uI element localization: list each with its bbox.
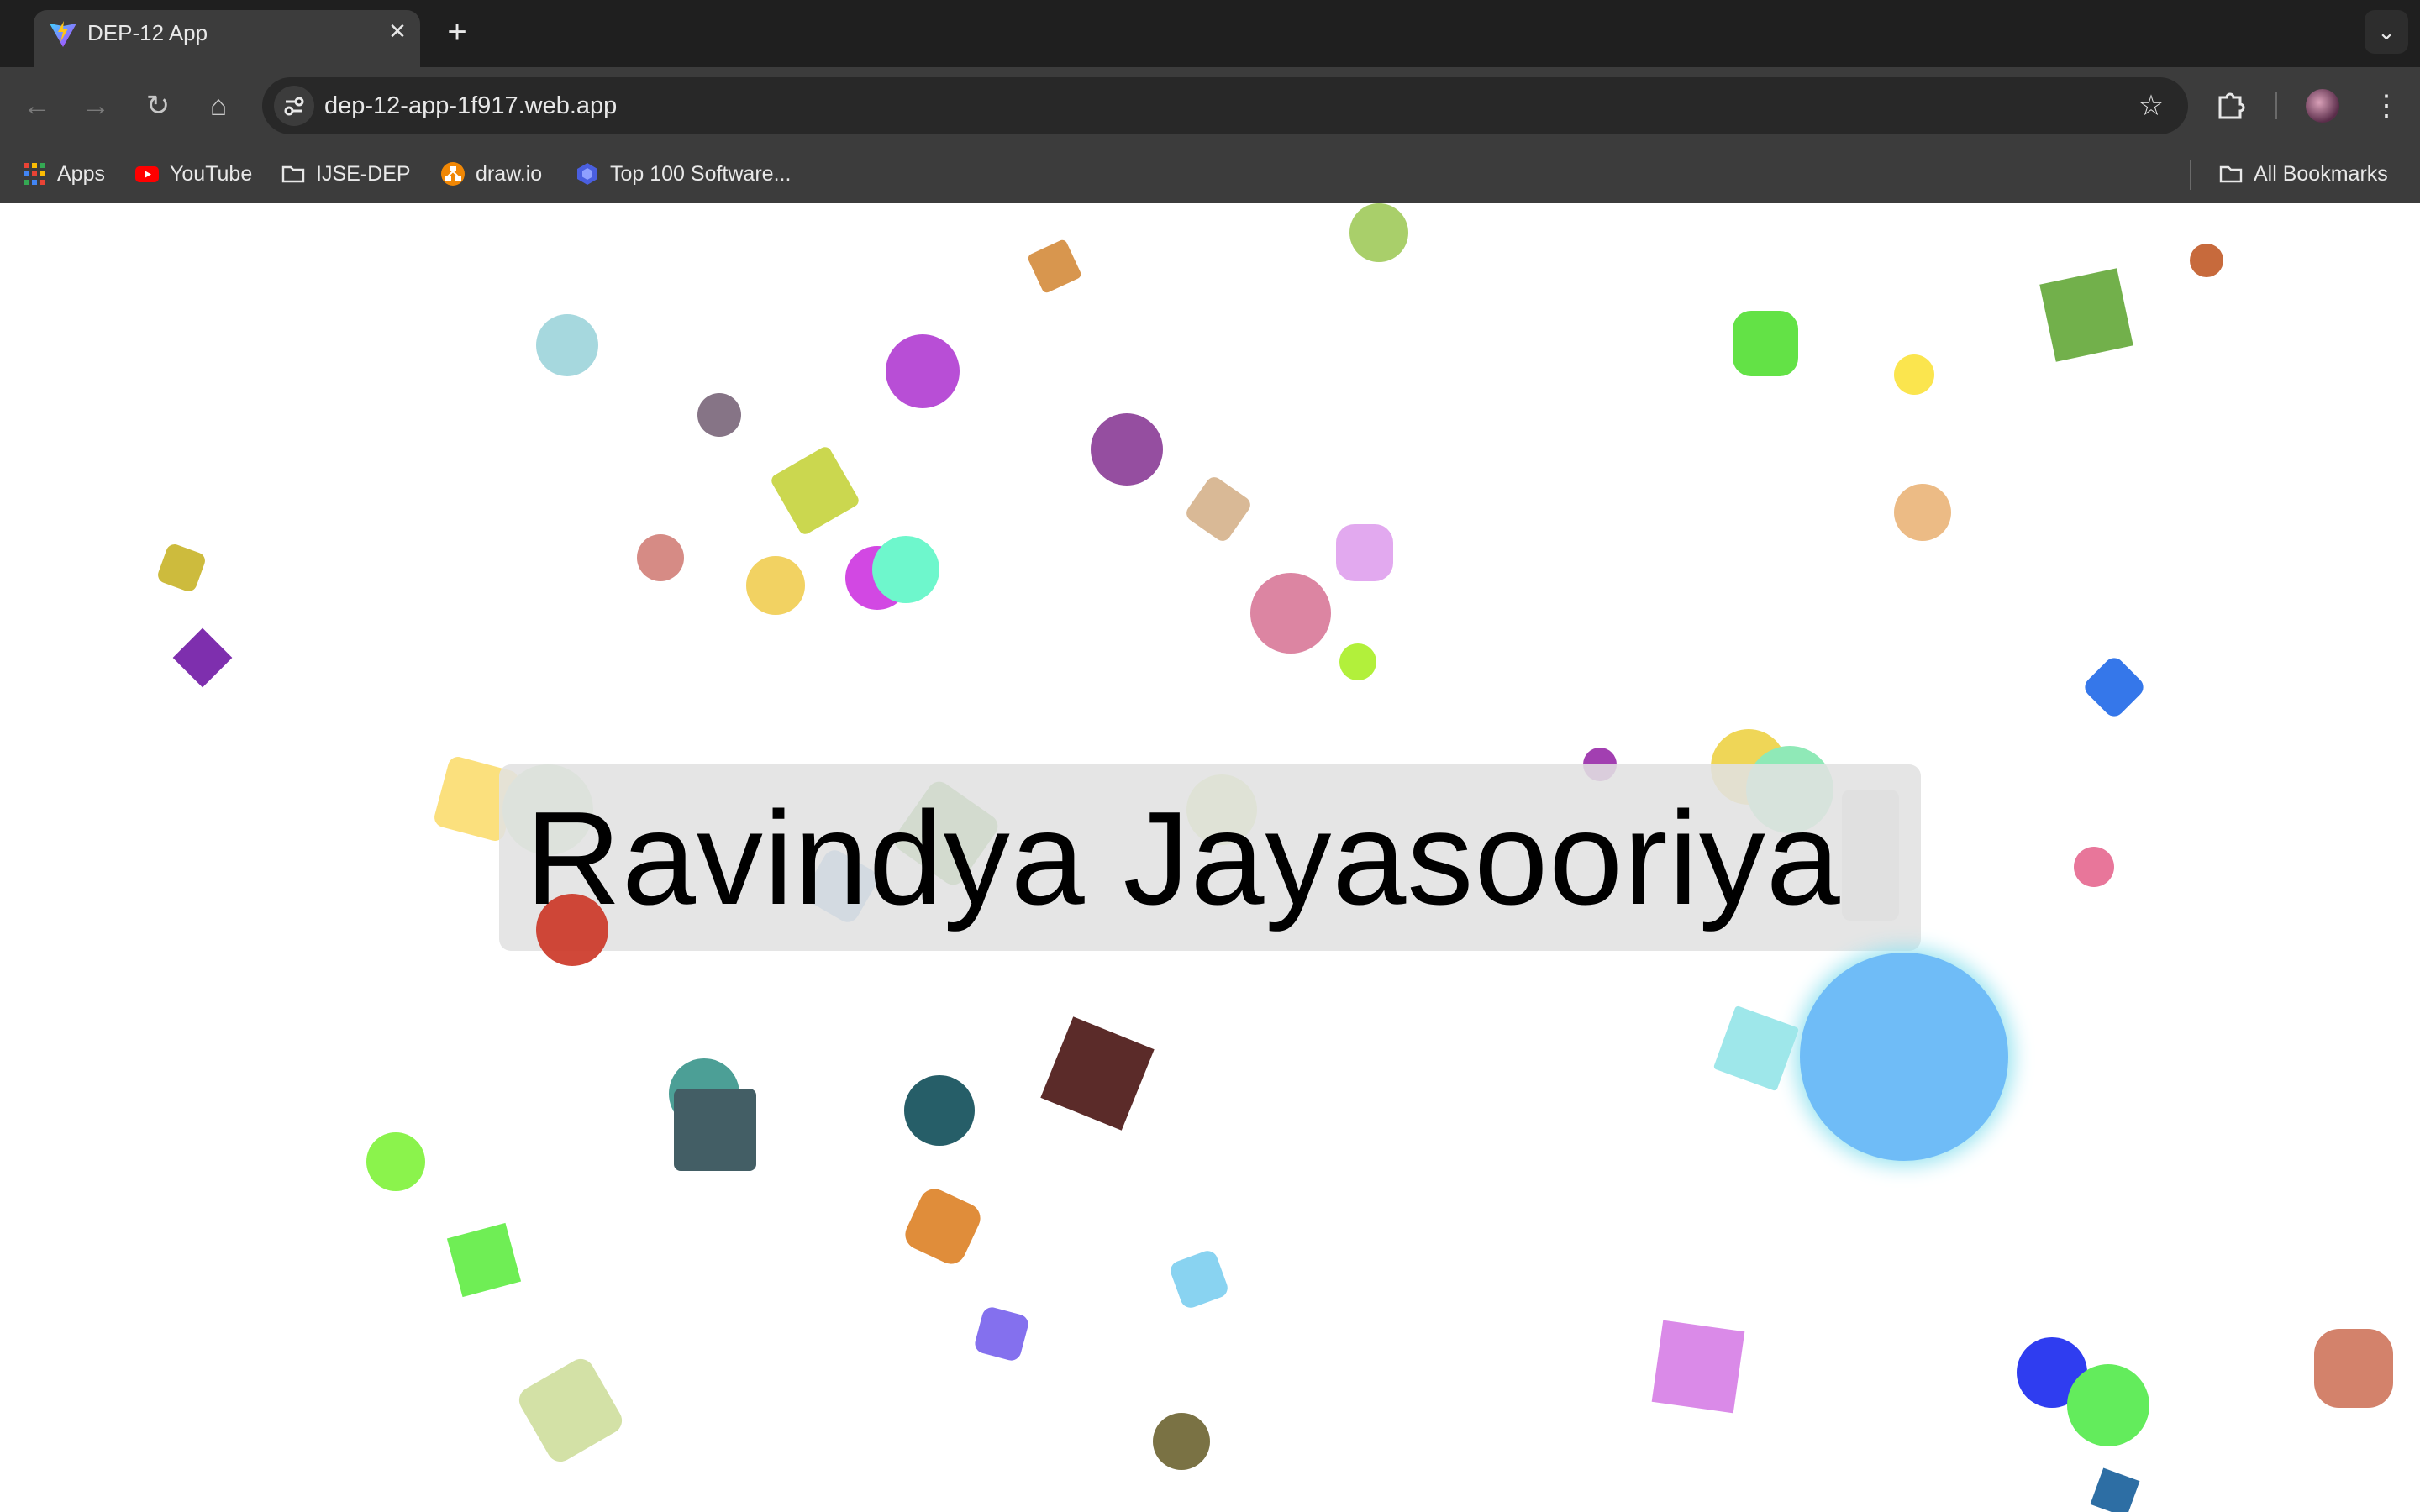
floating-circle	[1153, 1413, 1210, 1470]
floating-square	[2081, 654, 2148, 721]
reload-button[interactable]: ↻	[138, 86, 178, 126]
highlight-circle[interactable]	[1800, 953, 2008, 1161]
floating-square	[1733, 311, 1798, 376]
all-bookmarks-button[interactable]: All Bookmarks	[2218, 144, 2388, 203]
menu-kebab-icon[interactable]: ⋮	[2370, 86, 2403, 126]
floating-circle	[1339, 643, 1376, 680]
all-bookmarks-label: All Bookmarks	[2254, 161, 2388, 186]
folder-icon	[281, 165, 305, 183]
back-button[interactable]: ←	[17, 86, 57, 126]
url-text[interactable]: dep-12-app-1f917.web.app	[324, 92, 617, 120]
floating-square	[514, 1354, 627, 1467]
floating-square	[155, 542, 208, 594]
floating-circle	[872, 536, 939, 603]
bookmark-youtube[interactable]: YouTube	[134, 144, 252, 203]
floating-circle	[1091, 413, 1163, 486]
bookmarks-divider	[2190, 160, 2191, 190]
apps-grid-icon	[24, 163, 45, 185]
floating-circle	[366, 1132, 425, 1191]
floating-circle	[2074, 847, 2114, 887]
page-canvas: Ravindya Jayasooriya	[0, 203, 2420, 1512]
youtube-icon	[135, 166, 159, 182]
home-button[interactable]: ⌂	[198, 86, 239, 126]
forward-button[interactable]: →	[76, 86, 116, 126]
floating-circle	[1894, 484, 1951, 541]
floating-circle	[746, 556, 805, 615]
floating-circle	[886, 334, 960, 408]
address-bar[interactable]: dep-12-app-1f917.web.app ☆	[262, 77, 2188, 134]
bookmark-label: Top 100 Software...	[610, 161, 792, 186]
floating-square	[1167, 1247, 1231, 1311]
browser-toolbar: ← → ↻ ⌂ dep-12-app-1f917.web.app ☆ ⋮	[0, 67, 2420, 144]
floating-circle	[2190, 244, 2223, 277]
bookmark-label: YouTube	[170, 161, 253, 186]
bookmark-drawio[interactable]: draw.io	[440, 144, 542, 203]
tab-active[interactable]: DEP-12 App ✕	[34, 10, 420, 67]
bookmark-top-100-software[interactable]: Top 100 Software...	[575, 144, 791, 203]
floating-circle	[904, 1075, 975, 1146]
vite-logo-icon	[50, 21, 76, 47]
bookmark-label: IJSE-DEP	[316, 161, 411, 186]
floating-square	[674, 1089, 756, 1171]
bookmark-label: Apps	[57, 161, 105, 186]
floating-circle	[697, 393, 741, 437]
new-tab-button[interactable]: +	[439, 15, 476, 52]
floating-square	[446, 1222, 522, 1298]
floating-square	[2314, 1329, 2393, 1408]
bookmark-ijse-dep[interactable]: IJSE-DEP	[281, 144, 411, 203]
floating-square	[1712, 1005, 1800, 1092]
floating-square	[172, 627, 233, 688]
floating-circle	[1894, 354, 1934, 395]
toolbar-divider	[2275, 92, 2277, 119]
tab-bar: DEP-12 App ✕ + ⌄	[0, 0, 2420, 67]
floating-circle	[1250, 573, 1331, 654]
bookmark-star-icon[interactable]: ☆	[2131, 86, 2171, 126]
close-icon[interactable]: ✕	[381, 15, 413, 47]
hexagon-icon	[577, 163, 597, 185]
extensions-puzzle-icon[interactable]	[2213, 87, 2250, 124]
floating-square	[1651, 1320, 1745, 1414]
floating-square	[1040, 1016, 1155, 1131]
drawio-icon	[441, 162, 465, 186]
floating-square	[2090, 1467, 2140, 1512]
floating-square	[1026, 238, 1083, 295]
bookmark-label: draw.io	[476, 161, 543, 186]
tab-title: DEP-12 App	[87, 20, 208, 45]
floating-square	[1183, 474, 1254, 544]
folder-icon	[2219, 165, 2243, 183]
site-info-icon[interactable]	[274, 86, 314, 126]
name-heading: Ravindya Jayasooriya	[525, 785, 1841, 932]
floating-square	[769, 444, 861, 537]
bookmark-apps[interactable]: Apps	[22, 144, 105, 203]
floating-circle	[536, 314, 598, 376]
floating-square	[900, 1184, 986, 1269]
floating-square	[1336, 524, 1393, 581]
floating-circle	[637, 534, 684, 581]
avatar[interactable]	[2306, 89, 2339, 123]
floating-circle	[1349, 203, 1408, 262]
floating-circle	[2067, 1364, 2149, 1446]
floating-square	[2039, 268, 2133, 362]
tab-search-button[interactable]: ⌄	[2365, 10, 2408, 54]
bookmarks-bar: Apps YouTube IJSE-DEP draw.io Top 100 So…	[0, 144, 2420, 203]
floating-square	[972, 1305, 1031, 1363]
